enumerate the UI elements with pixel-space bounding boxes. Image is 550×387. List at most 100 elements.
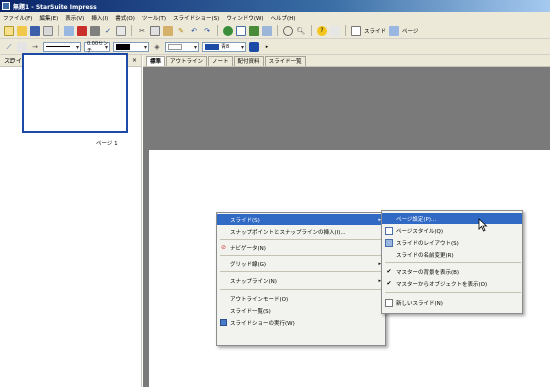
- menu-file[interactable]: ファイル(F): [3, 14, 32, 22]
- menu-slideshow[interactable]: スライドショー(S): [173, 14, 219, 22]
- line-color-swatch: [116, 43, 130, 50]
- chart-icon[interactable]: [223, 25, 233, 36]
- slide-button-label[interactable]: スライド: [364, 27, 386, 35]
- tab-handout[interactable]: 配付資料: [233, 56, 264, 66]
- menu-separator: [385, 262, 521, 263]
- submenu-item-page-style[interactable]: ページスタイル(Q): [382, 225, 522, 236]
- print-icon[interactable]: [90, 25, 100, 36]
- menu-item-label: ナビゲータ(N): [230, 245, 266, 252]
- tab-notes[interactable]: ノート: [208, 56, 233, 66]
- undo-icon[interactable]: ↶: [189, 26, 199, 36]
- slide-icon[interactable]: [351, 25, 361, 36]
- redo-icon[interactable]: ↷: [202, 26, 212, 36]
- menu-item-slide-sorter[interactable]: スライド一覧(S): [217, 305, 385, 316]
- shadow-icon[interactable]: [249, 41, 259, 52]
- slides-pane-close-icon[interactable]: ×: [132, 57, 137, 64]
- title-bar: 無題1 - StarSuite Impress: [0, 0, 550, 12]
- submenu-item-rename-slide[interactable]: スライドの名前変更(R): [382, 249, 522, 260]
- new-document-icon[interactable]: [4, 25, 14, 36]
- mouse-pointer-icon: [478, 218, 488, 232]
- menu-item-run-slideshow[interactable]: スライドショーの実行(W): [217, 317, 385, 328]
- arrow-style-icon[interactable]: →: [30, 42, 40, 52]
- email-icon[interactable]: [43, 25, 53, 36]
- fill-color-select[interactable]: 青8: [202, 41, 246, 52]
- menu-separator: [385, 292, 521, 293]
- menu-help[interactable]: ヘルプ(H): [271, 14, 296, 22]
- slide-number: 1: [9, 58, 13, 65]
- window-title: 無題1 - StarSuite Impress: [13, 3, 97, 11]
- view-tabs: 標準 アウトライン ノート 配付資料 スライド一覧: [143, 55, 550, 67]
- line-style-select[interactable]: [43, 41, 81, 52]
- spellcheck-icon[interactable]: ✓: [103, 26, 113, 36]
- line-style-icon[interactable]: [17, 41, 27, 52]
- menu-insert[interactable]: 挿入(I): [91, 14, 108, 22]
- copy-icon[interactable]: [150, 25, 160, 36]
- submenu-item-label: スライドの名前変更(R): [396, 252, 454, 259]
- tab-normal[interactable]: 標準: [146, 56, 166, 66]
- fill-color-swatch: [205, 43, 219, 50]
- show-draw-functions-icon[interactable]: [249, 25, 259, 36]
- tab-slide-sorter[interactable]: スライド一覧: [264, 56, 306, 66]
- table-icon[interactable]: [236, 25, 246, 36]
- menu-edit[interactable]: 編集(E): [39, 14, 58, 22]
- menu-item-label: スライドショーの実行(W): [230, 320, 295, 327]
- area-style-select[interactable]: [165, 41, 199, 52]
- zoom-icon[interactable]: 🔍︎: [296, 26, 306, 36]
- submenu-item-label: マスターからオブジェクトを表示(O): [396, 281, 488, 288]
- more-options-icon[interactable]: ▸: [262, 42, 272, 52]
- help-icon[interactable]: ?: [317, 25, 327, 36]
- menu-tools[interactable]: ツール(T): [142, 14, 166, 22]
- menu-item-navigator[interactable]: ⊘ ナビゲータ(N): [217, 242, 385, 253]
- submenu-item-label: スライドのレイアウト(S): [396, 240, 459, 247]
- navigator-icon[interactable]: [283, 25, 293, 36]
- page-setup-icon[interactable]: [389, 25, 400, 36]
- area-icon[interactable]: ◈: [152, 42, 162, 52]
- submenu-item-page-setup[interactable]: ページ設定(P)...: [382, 213, 522, 224]
- autospell-icon[interactable]: [116, 25, 126, 36]
- paste-icon[interactable]: [163, 25, 173, 36]
- page-setup-label[interactable]: ページ: [402, 27, 418, 35]
- line-width-input[interactable]: 0.00センチ: [84, 41, 110, 54]
- menu-separator: [220, 255, 382, 256]
- toolbar-separator: [217, 25, 218, 36]
- tab-outline[interactable]: アウトライン: [166, 56, 208, 66]
- menu-item-snap-lines[interactable]: スナップライン(N) ▸: [217, 275, 385, 286]
- line-color-select[interactable]: [113, 41, 149, 52]
- line-icon[interactable]: ⟋: [4, 42, 14, 52]
- menu-item-grid[interactable]: グリッド線(G) ▸: [217, 258, 385, 269]
- slideshow-icon: [220, 319, 227, 326]
- grid-icon[interactable]: [262, 25, 272, 36]
- toolbar-separator: [58, 25, 59, 36]
- menu-item-label: スライド(S): [230, 217, 260, 224]
- format-paintbrush-icon[interactable]: ✎: [176, 26, 186, 36]
- menu-item-label: スナップポイントとスナップラインの挿入(I)...: [230, 229, 346, 236]
- menu-format[interactable]: 書式(O): [115, 14, 135, 22]
- submenu-item-show-master-objects[interactable]: ✔ マスターからオブジェクトを表示(O): [382, 278, 522, 289]
- submenu-item-new-slide[interactable]: 新しいスライド(N): [382, 297, 522, 308]
- open-folder-icon[interactable]: [17, 25, 27, 36]
- slide-thumbnail[interactable]: [22, 53, 128, 133]
- menu-window[interactable]: ウィンドウ(W): [226, 14, 263, 22]
- area-style-swatch: [168, 43, 182, 50]
- save-icon[interactable]: [30, 25, 40, 36]
- menu-separator: [220, 239, 382, 240]
- submenu-item-show-master-bg[interactable]: ✔ マスターの背景を表示(B): [382, 266, 522, 277]
- cut-icon[interactable]: ✂: [137, 26, 147, 36]
- menu-view[interactable]: 表示(V): [65, 14, 84, 22]
- menu-item-insert-snap[interactable]: スナップポイントとスナップラインの挿入(I)...: [217, 226, 385, 237]
- menu-item-label: スライド一覧(S): [230, 308, 271, 315]
- menu-bar: ファイル(F) 編集(E) 表示(V) 挿入(I) 書式(O) ツール(T) ス…: [0, 12, 550, 23]
- export-pdf-icon[interactable]: [77, 25, 87, 36]
- extended-tips-icon[interactable]: [330, 25, 340, 36]
- app-icon: [2, 2, 10, 10]
- menu-item-label: スナップライン(N): [230, 278, 277, 285]
- menu-item-outline-mode[interactable]: アウトラインモード(O): [217, 293, 385, 304]
- menu-item-label: アウトラインモード(O): [230, 296, 289, 303]
- submenu-item-slide-layout[interactable]: スライドのレイアウト(S): [382, 237, 522, 248]
- toolbar-separator: [277, 25, 278, 36]
- page-style-icon: [385, 226, 393, 235]
- submenu-item-label: ページスタイル(Q): [396, 228, 444, 235]
- edit-file-icon[interactable]: [64, 25, 74, 36]
- slide-submenu: ページ設定(P)... ページスタイル(Q) スライドのレイアウト(S) スライ…: [381, 210, 523, 314]
- menu-item-slide[interactable]: スライド(S) ▸: [217, 214, 385, 225]
